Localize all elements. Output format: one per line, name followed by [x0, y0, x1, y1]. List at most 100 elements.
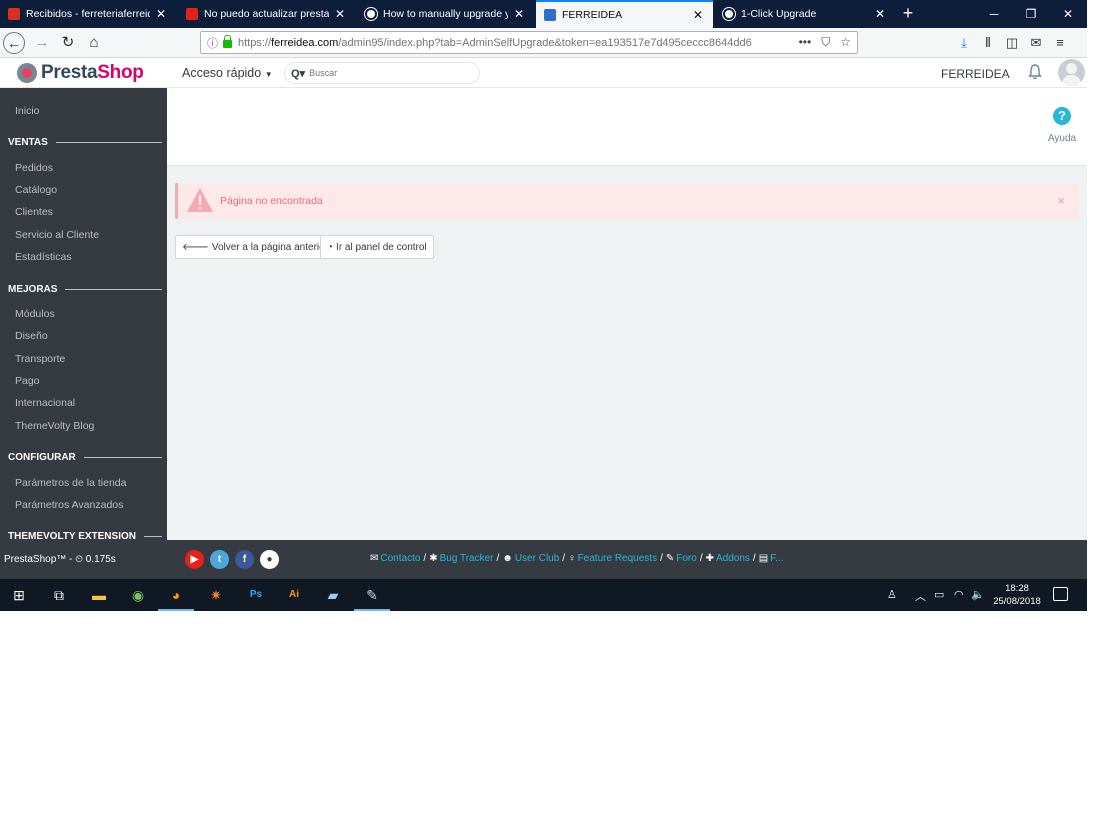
footer-link[interactable]: Foro: [676, 553, 697, 564]
url-bar[interactable]: ⓘ https://ferreidea.com/admin95/index.ph…: [200, 31, 858, 54]
volume-icon[interactable]: 🔈: [971, 588, 985, 601]
library-icon[interactable]: ⫴: [976, 33, 1000, 53]
info-icon[interactable]: ⓘ: [207, 35, 221, 51]
browser-tab[interactable]: No puedo actualizar prestashop ✕: [178, 0, 355, 28]
bell-icon[interactable]: [1027, 64, 1043, 82]
extension-icon[interactable]: ✉: [1024, 33, 1048, 53]
menu-icon[interactable]: ≡: [1048, 33, 1072, 53]
sidebar-item-diseno[interactable]: Diseño: [15, 330, 48, 342]
lock-icon: [223, 34, 232, 48]
people-icon[interactable]: ♙: [887, 588, 897, 601]
browser-tab[interactable]: 1-Click Upgrade ✕: [715, 0, 895, 28]
chrome-icon[interactable]: ◉: [125, 583, 151, 607]
footer-link[interactable]: User Club: [515, 553, 559, 564]
footer-link[interactable]: Feature Requests: [578, 553, 658, 564]
search-input[interactable]: [309, 68, 460, 78]
search-icon[interactable]: Q▾: [291, 67, 305, 80]
notepad-icon[interactable]: ▰: [320, 583, 346, 607]
wifi-icon[interactable]: ◠: [954, 588, 964, 601]
sidebar-item-parametros-avanzados[interactable]: Parámetros Avanzados: [15, 499, 123, 511]
favicon-icon: [8, 8, 20, 20]
caret-down-icon: ▼: [264, 70, 273, 79]
browser-tab-strip: Recibidos - ferreteriaferreidea@✕No pued…: [0, 0, 1087, 28]
sidebar-item-parametros-de-la-tienda[interactable]: Parámetros de la tienda: [15, 477, 126, 489]
sidebar-item-estadisticas[interactable]: Estadísticas: [15, 251, 72, 263]
task-view-icon[interactable]: ⧉: [46, 583, 72, 607]
sidebar-icon[interactable]: ◫: [1000, 33, 1024, 53]
footer-link-icon: ✎: [665, 553, 675, 564]
paint-icon[interactable]: ✎: [354, 583, 390, 611]
error-alert: Página no encontrada ×: [175, 183, 1079, 219]
new-tab-button[interactable]: +: [897, 2, 919, 24]
browser-tab[interactable]: Recibidos - ferreteriaferreidea@ ✕: [0, 0, 176, 28]
close-icon[interactable]: ×: [1057, 193, 1065, 208]
facebook-icon[interactable]: f: [235, 550, 254, 569]
tab-close-icon[interactable]: ✕: [333, 7, 347, 21]
avatar[interactable]: [1058, 59, 1085, 86]
close-window-button[interactable]: ✕: [1049, 0, 1087, 28]
pocket-icon[interactable]: ⛉: [821, 35, 830, 50]
sidebar-item-inicio[interactable]: Inicio: [15, 105, 40, 117]
tab-title: 1-Click Upgrade: [741, 8, 817, 20]
minimize-button[interactable]: ─: [975, 0, 1013, 28]
back-button-label: Volver a la página anterior: [211, 241, 329, 253]
sidebar-item-pago[interactable]: Pago: [15, 375, 40, 387]
shop-name[interactable]: FERREIDEA: [941, 67, 1010, 81]
footer-link-icon: ✱: [429, 553, 438, 564]
chevron-up-icon[interactable]: ︿: [915, 588, 926, 604]
sidebar-item-themevolty-blog[interactable]: ThemeVolty Blog: [15, 420, 94, 432]
back-icon[interactable]: ←: [3, 32, 25, 54]
sidebar-item-transporte[interactable]: Transporte: [15, 353, 65, 365]
notifications-icon[interactable]: [1053, 587, 1068, 601]
tab-close-icon[interactable]: ✕: [512, 7, 526, 21]
sidebar-item-clientes[interactable]: Clientes: [15, 206, 53, 218]
dashboard-icon: ◔: [327, 241, 334, 253]
restore-button[interactable]: ❐: [1012, 0, 1050, 28]
star-icon[interactable]: ☆: [840, 35, 851, 50]
youtube-icon[interactable]: ▶: [185, 550, 204, 569]
reload-icon[interactable]: ↻: [57, 32, 79, 54]
photoshop-icon[interactable]: Ps: [243, 583, 269, 607]
footer-link[interactable]: F...: [770, 553, 783, 564]
footer-link[interactable]: Addons: [716, 553, 750, 564]
warning-icon: [187, 188, 213, 212]
go-to-dashboard-button[interactable]: ◔ Ir al panel de control: [320, 235, 434, 259]
file-explorer-icon[interactable]: ▬: [86, 583, 112, 607]
tab-close-icon[interactable]: ✕: [691, 8, 705, 22]
ps-header: PrestaShop Acceso rápido ▼ Q▾ FERREIDEA: [0, 58, 1087, 88]
sidebar-item-pedidos[interactable]: Pedidos: [15, 162, 53, 174]
quick-access-menu[interactable]: Acceso rápido ▼: [182, 66, 273, 80]
back-to-previous-button[interactable]: 🡐 Volver a la página anterior: [175, 235, 336, 259]
browser-nav-bar: ← → ↻ ⌂ ⓘ https://ferreidea.com/admin95/…: [0, 28, 1087, 58]
footer-link-icon: ♀: [568, 553, 576, 564]
clock-time: 18:28: [1005, 583, 1029, 594]
sidebar-item-catalogo[interactable]: Catálogo: [15, 184, 57, 196]
twitter-icon[interactable]: t: [210, 550, 229, 569]
avast-icon[interactable]: ✷: [203, 583, 229, 607]
clock-date: 25/08/2018: [993, 596, 1041, 607]
illustrator-icon[interactable]: Ai: [281, 583, 307, 607]
page-toolbar: [167, 88, 1087, 166]
footer-link[interactable]: Bug Tracker: [440, 553, 494, 564]
footer-link[interactable]: Contacto: [380, 553, 420, 564]
sidebar-item-servicio-al-cliente[interactable]: Servicio al Cliente: [15, 229, 99, 241]
browser-tab[interactable]: How to manually upgrade your ✕: [357, 0, 534, 28]
tab-close-icon[interactable]: ✕: [154, 7, 168, 21]
sidebar-item-internacional[interactable]: Internacional: [15, 397, 75, 409]
downloads-icon[interactable]: ⤓: [952, 33, 976, 53]
forward-icon[interactable]: →: [31, 32, 53, 54]
github-icon[interactable]: ●: [260, 550, 279, 569]
windows-start-icon[interactable]: ⊞: [6, 583, 32, 607]
system-clock[interactable]: 18:28 25/08/2018: [992, 582, 1042, 608]
page-actions-icon[interactable]: •••: [799, 35, 812, 50]
help-button[interactable]: ? Ayuda: [1045, 107, 1079, 144]
prestashop-logo[interactable]: Presta Shop: [17, 62, 144, 84]
battery-icon[interactable]: ▭: [934, 588, 944, 601]
sidebar-section-ventas: VENTAS: [8, 137, 162, 148]
home-icon[interactable]: ⌂: [83, 32, 105, 54]
url-text[interactable]: https://ferreidea.com/admin95/index.php?…: [238, 37, 799, 49]
firefox-icon[interactable]: ◕: [158, 583, 194, 611]
tab-close-icon[interactable]: ✕: [873, 7, 887, 21]
browser-tab[interactable]: FERREIDEA ✕: [536, 0, 713, 28]
sidebar-item-modulos[interactable]: Módulos: [15, 308, 55, 320]
